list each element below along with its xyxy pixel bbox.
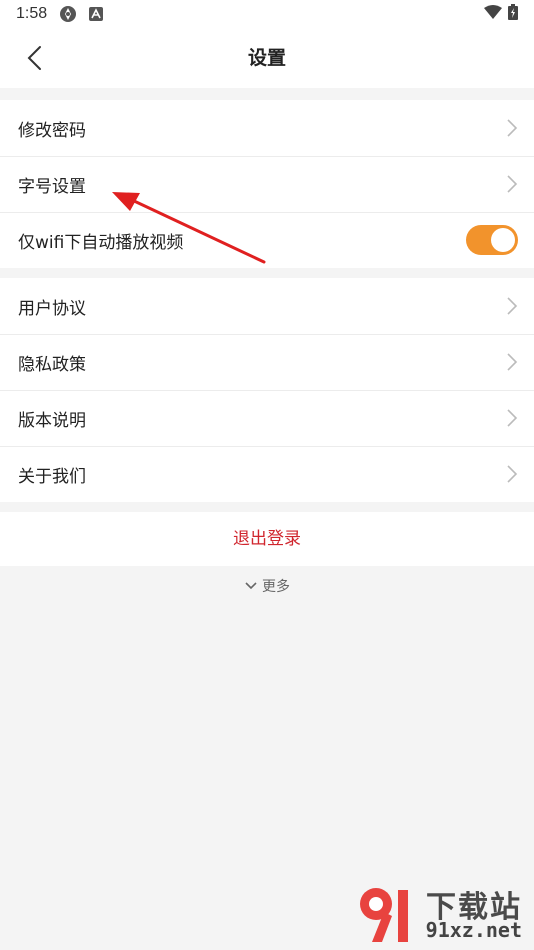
settings-item-version-notes[interactable]: 版本说明 [0, 390, 534, 446]
settings-item-privacy-policy[interactable]: 隐私政策 [0, 334, 534, 390]
watermark-logo [360, 888, 408, 942]
settings-item-user-agreement[interactable]: 用户协议 [0, 278, 534, 334]
sync-icon [59, 5, 77, 23]
settings-item-label: 字号设置 [18, 176, 86, 197]
watermark-text-bottom: 91xz.net [425, 918, 522, 942]
settings-item-label: 修改密码 [18, 120, 86, 141]
toggle-knob [491, 228, 515, 252]
status-time: 1:58 [16, 5, 48, 22]
settings-item-label: 关于我们 [18, 466, 86, 487]
app-bar: 设置 [0, 28, 534, 88]
status-bar: 1:58 [0, 0, 534, 28]
settings-item-change-password[interactable]: 修改密码 [0, 100, 534, 156]
settings-item-label: 用户协议 [18, 298, 86, 319]
settings-item-label: 版本说明 [18, 410, 86, 431]
chevron-right-icon [507, 119, 518, 137]
wifi-icon [484, 5, 502, 23]
settings-item-wifi-autoplay: 仅wifi下自动播放视频 [0, 212, 534, 268]
more-label: 更多 [262, 579, 290, 595]
battery-icon [508, 4, 518, 24]
settings-group-about: 用户协议 隐私政策 版本说明 关于我们 [0, 278, 534, 502]
app-notification-icon [89, 7, 104, 21]
watermark: 下载站 91xz.net [354, 878, 530, 948]
chevron-right-icon [507, 353, 518, 371]
more-toggle[interactable]: 更多 [0, 574, 534, 598]
chevron-down-icon [245, 582, 257, 590]
wifi-autoplay-toggle[interactable] [466, 225, 518, 255]
chevron-right-icon [507, 175, 518, 193]
chevron-right-icon [507, 297, 518, 315]
settings-item-label: 仅wifi下自动播放视频 [18, 232, 184, 253]
settings-item-font-size[interactable]: 字号设置 [0, 156, 534, 212]
page-title: 设置 [247, 47, 286, 69]
settings-group-account: 修改密码 字号设置 仅wifi下自动播放视频 [0, 100, 534, 268]
chevron-right-icon [507, 409, 518, 427]
chevron-right-icon [507, 465, 518, 483]
settings-item-label: 隐私政策 [18, 354, 86, 375]
logout-button[interactable]: 退出登录 [0, 512, 534, 566]
settings-item-about-us[interactable]: 关于我们 [0, 446, 534, 502]
